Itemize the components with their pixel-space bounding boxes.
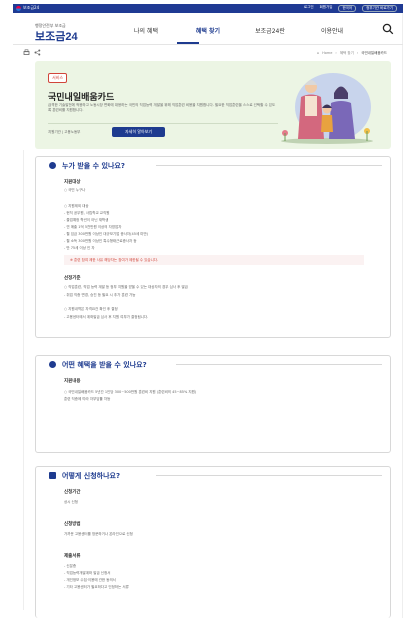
subsection-title: 신청기간 — [64, 490, 81, 495]
text-line: 훈련 직종에 따라 자부담률 차등 — [64, 397, 111, 401]
text-line: - 현직 공무원, 사립학교 교직원 — [64, 211, 110, 215]
subsection-title: 지원대상 — [64, 180, 81, 185]
text-line: - 기타 고용센터가 필요하다고 인정하는 서류 — [64, 585, 129, 589]
text-line: ○ 국민 누구나 — [64, 188, 86, 192]
text-line: ○ 지원제외 대상 — [64, 204, 89, 208]
home-icon[interactable]: ⌂ — [317, 51, 319, 56]
search-icon[interactable] — [382, 23, 394, 35]
breadcrumb-find[interactable]: 혜택 찾기 — [340, 51, 354, 56]
text-line: - 직업능력개발계좌 발급 신청서 — [64, 571, 111, 575]
share-icon[interactable] — [34, 49, 41, 56]
service-hero: 서비스 국민내일배움카드 급격한 기술발전에 적응하고 노동시장 변화에 대응하… — [35, 61, 391, 149]
text-line: - 만 75세 이상 인 자 — [64, 246, 95, 250]
page-edge-divider — [402, 4, 403, 618]
text-line: - 고용센터에서 계좌발급 심사 후 지원 여부가 결정됩니다. — [64, 315, 149, 319]
subsection-title: 신청방법 — [64, 522, 81, 527]
text-line: - 연 매출 1억 5천만원 이상의 자영업자 — [64, 225, 122, 229]
document-icon — [49, 472, 56, 479]
section-divider — [176, 364, 382, 365]
text-line: - 월 임금 300만원 이상인 대규모기업 종사자(45세 미만) — [64, 232, 149, 236]
family-illustration — [281, 73, 373, 144]
nav-about[interactable]: 보조금24란 — [239, 26, 301, 35]
main-nav: 나의 혜택 혜택 찾기 보조금24란 이용안내 — [115, 26, 363, 35]
coin-icon — [49, 361, 56, 368]
active-nav-indicator — [177, 42, 199, 44]
breadcrumb: ⌂ Home › 혜택 찾기 › 국민내일배움카드 — [317, 51, 387, 56]
learn-more-button[interactable]: 자세히 알아보기 — [112, 127, 165, 137]
text-line: ○ 직업훈련, 직업 능력 계발 등 정부 지원을 받을 수 있는 대상자의 경… — [64, 285, 188, 289]
signup-link[interactable]: 회원가입 — [320, 5, 333, 12]
site-header: 행정안전부 보조금 보조금24 나의 혜택 혜택 찾기 보조금24란 이용안내 — [13, 13, 403, 45]
section-application: 어떻게 신청하나요? 신청기간 상시 신청 신청방법 가까운 고용센터를 방문하… — [35, 466, 391, 618]
warning-text: ※ 훈련 참여 제한 사유 해당자는 참여가 제한될 수 있습니다. — [70, 258, 159, 262]
person-icon — [49, 162, 56, 169]
service-org: 지원기관 | 고용노동부 — [48, 130, 81, 134]
text-line: - 신분증 — [64, 564, 77, 568]
nav-find-benefits[interactable]: 혜택 찾기 — [177, 26, 239, 35]
subsection-title: 지원내용 — [64, 379, 81, 384]
section-divider — [156, 475, 382, 476]
section-divider — [156, 165, 382, 166]
gov-banner-brand: 보조금24 — [23, 5, 40, 10]
section-title: 어떤 혜택을 받을 수 있나요? — [62, 361, 147, 369]
gov-banner: 보조금24 로그인 회원가입 한국어 정부기관 바로가기 — [13, 4, 403, 13]
subsection-title: 선정기준 — [64, 276, 81, 281]
login-link[interactable]: 로그인 — [304, 5, 314, 12]
section-eligibility: 누가 받을 수 있나요? 지원대상 ○ 국민 누구나 ○ 지원제외 대상 - 현… — [35, 156, 391, 338]
section-title: 누가 받을 수 있나요? — [62, 162, 125, 170]
text-line: - 개인정보 수집·이용에 관한 동의서 — [64, 578, 116, 582]
language-select[interactable]: 한국어 — [338, 5, 357, 12]
nav-my-benefits[interactable]: 나의 혜택 — [115, 26, 177, 35]
text-line: - 취업 직종 변경, 승진 등 필요 시 추가 훈련 가능 — [64, 293, 136, 297]
section-header: 어떤 혜택을 받을 수 있나요? — [36, 356, 390, 372]
side-guide-line — [23, 150, 24, 610]
gov-banner-links: 로그인 회원가입 한국어 정부기관 바로가기 — [304, 5, 397, 12]
hero-divider — [48, 123, 278, 124]
text-line: - 졸업예정 학년이 아닌 재학생 — [64, 218, 109, 222]
text-line: ○ 지원내역은 자격요건 확인 후 결정 — [64, 307, 118, 311]
text-line: ○ 국민내일배움카드 5년간 1인당 300~500만원 훈련비 지원 (훈련비… — [64, 390, 197, 394]
text-line: - 월 소득 300만원 이상인 특수형태근로종사자 등 — [64, 239, 137, 243]
subsection-title: 제출서류 — [64, 554, 81, 559]
section-header: 어떻게 신청하나요? — [36, 467, 390, 483]
section-benefits: 어떤 혜택을 받을 수 있나요? 지원내용 ○ 국민내일배움카드 5년간 1인당… — [35, 355, 391, 453]
breadcrumb-sep: › — [335, 51, 337, 55]
nav-guide[interactable]: 이용안내 — [301, 26, 363, 35]
text-line: 가까운 고용센터를 방문하거나 온라인으로 신청 — [64, 532, 133, 536]
service-title: 국민내일배움카드 — [48, 93, 115, 103]
section-title: 어떻게 신청하나요? — [62, 472, 121, 480]
flag-icon — [16, 6, 21, 11]
service-description: 급격한 기술발전에 적응하고 노동시장 변화에 대응하는 국민의 직업능력 개발… — [48, 103, 276, 112]
gov-links-select[interactable]: 정부기관 바로가기 — [362, 5, 397, 12]
section-header: 누가 받을 수 있나요? — [36, 157, 390, 173]
service-badge: 서비스 — [48, 73, 68, 83]
breadcrumb-current: 국민내일배움카드 — [361, 51, 387, 55]
print-icon[interactable] — [23, 49, 30, 56]
site-logo[interactable]: 보조금24 — [35, 28, 78, 44]
warning-box: ※ 훈련 참여 제한 사유 해당자는 참여가 제한될 수 있습니다. — [64, 255, 364, 265]
breadcrumb-home[interactable]: Home — [322, 51, 332, 56]
page-toolbar: ⌂ Home › 혜택 찾기 › 국민내일배움카드 — [13, 48, 403, 60]
breadcrumb-sep: › — [356, 51, 359, 55]
text-line: 상시 신청 — [64, 500, 78, 504]
